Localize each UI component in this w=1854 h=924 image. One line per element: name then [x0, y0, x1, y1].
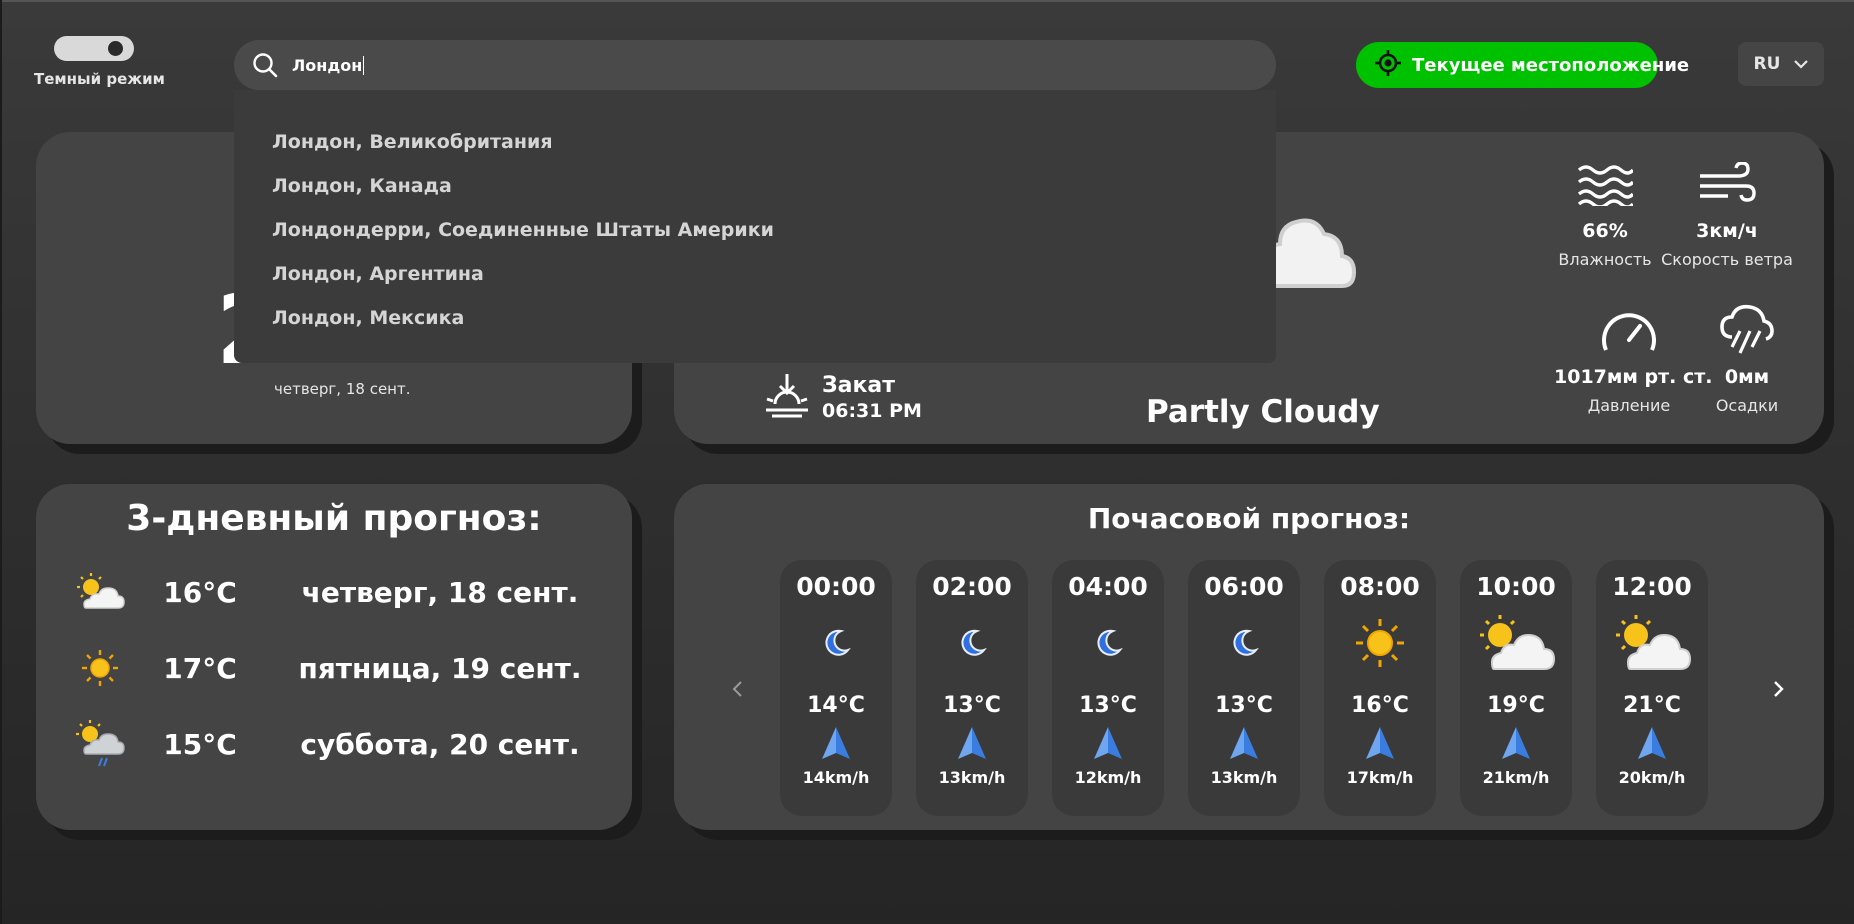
weather-condition: Partly Cloudy [1146, 394, 1380, 430]
hour-time: 06:00 [1204, 572, 1284, 601]
chevron-left-icon [732, 681, 742, 697]
forecast-day-temp: 17°C [163, 651, 237, 685]
suggestion-item[interactable]: Лондондерри, Соединенные Штаты Америки [234, 208, 1276, 252]
window-left-edge [0, 0, 2, 924]
hour-wind: 21km/h [1482, 768, 1550, 787]
hour-wind: 13km/h [1210, 768, 1278, 787]
hourly-forecast-title: Почасовой прогноз: [1087, 502, 1411, 535]
hour-temp: 13°C [1215, 693, 1273, 718]
search-icon [250, 50, 280, 80]
precipitation-value: 0мм [1724, 366, 1770, 388]
suggestion-item[interactable]: Лондон, Канада [234, 164, 1276, 208]
current-location-button[interactable]: Текущее местоположение [1356, 42, 1689, 88]
hour-card: 02:00 13°C 13km/h [916, 560, 1028, 816]
partly-cloudy-icon [70, 572, 130, 612]
language-value: RU [1753, 54, 1781, 74]
window-top-edge [0, 0, 1854, 2]
hour-time: 02:00 [932, 572, 1012, 601]
hour-temp: 21°C [1623, 693, 1681, 718]
suggestion-item[interactable]: Лондон, Аргентина [234, 252, 1276, 296]
hour-wind: 13km/h [938, 768, 1006, 787]
hour-wind: 14km/h [802, 768, 870, 787]
hour-time: 12:00 [1612, 572, 1692, 601]
sunset-icon [764, 372, 810, 422]
forecast-day-row: 15°C суббота, 20 сент. [70, 716, 610, 772]
dark-mode-control: Темный режим [34, 36, 165, 88]
forecast-day-temp: 16°C [163, 575, 237, 609]
hour-card: 10:00 19°C 21km/h [1460, 560, 1572, 816]
hour-temp: 14°C [807, 693, 865, 718]
rain-cloud-icon [1672, 302, 1822, 358]
chevron-right-icon [1774, 681, 1784, 697]
wind-direction-icon [1460, 726, 1572, 762]
wind-direction-icon [1324, 726, 1436, 762]
chevron-down-icon [1794, 54, 1809, 74]
precipitation-label: Осадки [1715, 396, 1779, 415]
hour-wind: 20km/h [1618, 768, 1686, 787]
forecast-day-row: 17°C пятница, 19 сент. [70, 640, 610, 696]
sunset-info: Закат 06:31 PM [764, 372, 922, 422]
hourly-next-button[interactable] [1764, 674, 1794, 704]
dark-mode-label: Темный режим [34, 70, 165, 88]
hour-temp: 13°C [1079, 693, 1137, 718]
moon-icon [780, 605, 892, 681]
sunset-label: Закат [822, 372, 896, 398]
wind-direction-icon [1052, 726, 1164, 762]
hourly-prev-button[interactable] [722, 674, 752, 704]
current-location-label: Текущее местоположение [1412, 54, 1690, 76]
forecast-day-date: пятница, 19 сент. [298, 651, 582, 685]
moon-icon [1052, 605, 1164, 681]
forecast-day-row: 16°C четверг, 18 сент. [70, 564, 610, 620]
hour-temp: 16°C [1351, 693, 1409, 718]
partly-cloudy-icon [1460, 605, 1572, 681]
hour-time: 00:00 [796, 572, 876, 601]
hour-card: 08:00 16°C 17km/h [1324, 560, 1436, 816]
hour-card: 12:00 21°C 20km/h [1596, 560, 1708, 816]
suggestion-item[interactable]: Лондон, Мексика [234, 296, 1276, 340]
forecast-day-date: суббота, 20 сент. [300, 727, 580, 761]
hour-wind: 12km/h [1074, 768, 1142, 787]
toggle-knob [108, 41, 123, 56]
partly-cloudy-icon [1596, 605, 1708, 681]
sunset-time: 06:31 PM [822, 399, 922, 422]
wind-direction-icon [916, 726, 1028, 762]
search-input[interactable]: Лондон [292, 55, 1192, 75]
wind-label: Скорость ветра [1661, 250, 1793, 269]
forecast-day-date: четверг, 18 сент. [301, 575, 579, 609]
rain-partly-cloudy-icon [70, 720, 130, 768]
hourly-strip[interactable]: 00:00 14°C 14km/h 02:00 13°C 13km/h 04:0… [770, 560, 1732, 816]
search-input-value: Лондон [292, 55, 365, 75]
sun-icon [1324, 605, 1436, 681]
wind-direction-icon [1596, 726, 1708, 762]
wind-value: 3км/ч [1696, 220, 1758, 242]
dark-mode-toggle[interactable] [54, 36, 134, 61]
hour-temp: 13°C [943, 693, 1001, 718]
wind-direction-icon [780, 726, 892, 762]
forecast-day-temp: 15°C [163, 727, 237, 761]
suggestion-item[interactable]: Лондон, Великобритания [234, 120, 1276, 164]
three-day-forecast-title: 3-дневный прогноз: [126, 498, 542, 539]
three-day-forecast-card: 3-дневный прогноз: 16°C четверг, 18 сент… [36, 484, 632, 830]
city-date: четверг, 18 сент. [274, 380, 411, 398]
hour-card: 06:00 13°C 13km/h [1188, 560, 1300, 816]
hour-time: 10:00 [1476, 572, 1556, 601]
precipitation-metric: 0мм Осадки [1672, 302, 1822, 415]
search-suggestions: Лондон, Великобритания Лондон, Канада Ло… [234, 90, 1276, 363]
hour-card: 00:00 14°C 14km/h [780, 560, 892, 816]
wind-icon [1652, 156, 1802, 212]
hour-card: 04:00 13°C 12km/h [1052, 560, 1164, 816]
hourly-forecast-card: Почасовой прогноз: 00:00 14°C 14km/h 02:… [674, 484, 1824, 830]
hour-wind: 17km/h [1346, 768, 1414, 787]
hour-time: 08:00 [1340, 572, 1420, 601]
wind-metric: 3км/ч Скорость ветра [1652, 156, 1802, 269]
crosshair-icon [1374, 49, 1402, 81]
wind-direction-icon [1188, 726, 1300, 762]
hour-time: 04:00 [1068, 572, 1148, 601]
moon-icon [1188, 605, 1300, 681]
language-select[interactable]: RU [1738, 42, 1824, 86]
sun-icon [70, 648, 130, 688]
search-bar[interactable]: Лондон [234, 40, 1276, 90]
hour-temp: 19°C [1487, 693, 1545, 718]
moon-icon [916, 605, 1028, 681]
